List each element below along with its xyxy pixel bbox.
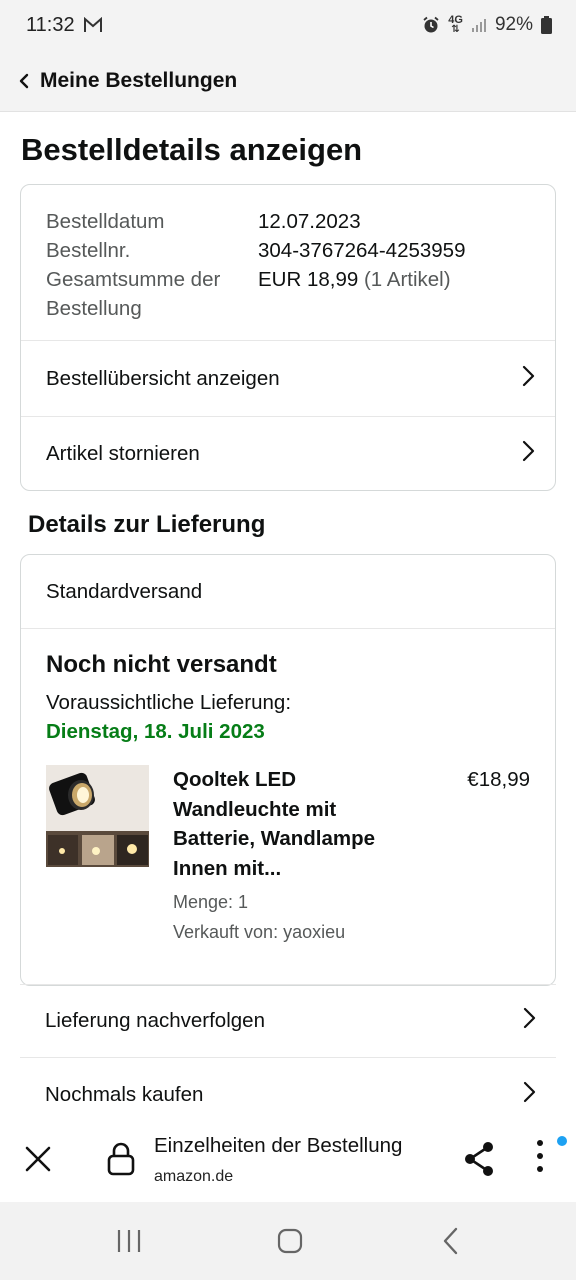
estimated-delivery-date: Dienstag, 18. Juli 2023 bbox=[46, 720, 265, 743]
chevron-right-icon bbox=[521, 365, 535, 393]
alarm-icon bbox=[422, 16, 440, 34]
delivery-card: Standardversand Noch nicht versandt Vora… bbox=[20, 554, 556, 986]
battery-percent: 92% bbox=[494, 14, 533, 35]
gmail-icon bbox=[83, 17, 103, 33]
order-total-value: EUR 18,99 (1 Artikel) bbox=[258, 265, 451, 323]
product-image[interactable] bbox=[46, 765, 149, 867]
status-right: 4G ⇅ 92% bbox=[422, 14, 552, 36]
buy-again-label: Nochmals kaufen bbox=[45, 1083, 204, 1106]
shipping-method: Standardversand bbox=[21, 555, 555, 629]
custom-tab-toolbar: Einzelheiten der Bestellung amazon.de bbox=[0, 1118, 576, 1202]
order-date-label: Bestelldatum bbox=[46, 210, 165, 233]
order-total-amount: EUR 18,99 bbox=[258, 268, 359, 291]
share-icon[interactable] bbox=[462, 1141, 496, 1182]
item-quantity: Menge: 1 bbox=[173, 892, 249, 912]
battery-icon bbox=[541, 16, 552, 34]
recent-apps-icon[interactable] bbox=[116, 1227, 142, 1260]
shipment-body: Noch nicht versandt Voraussichtliche Lie… bbox=[21, 629, 555, 947]
back-icon[interactable] bbox=[442, 1227, 460, 1260]
status-left: 11:32 bbox=[26, 14, 103, 37]
system-nav-bar bbox=[0, 1202, 576, 1280]
track-package-link[interactable]: Lieferung nachverfolgen bbox=[20, 984, 556, 1058]
tab-domain: amazon.de bbox=[154, 1168, 234, 1185]
order-number-label: Bestellnr. bbox=[46, 239, 131, 262]
item-info: Qooltek LED Wandleuchte mit Batterie, Wa… bbox=[173, 765, 413, 947]
close-icon[interactable] bbox=[24, 1145, 52, 1178]
order-date-row: Bestelldatum 12.07.2023 bbox=[46, 207, 530, 236]
cancel-items-link[interactable]: Artikel stornieren bbox=[21, 416, 555, 490]
estimated-delivery-label: Voraussichtliche Lieferung: bbox=[46, 691, 292, 714]
item-price: €18,99 bbox=[467, 768, 530, 791]
view-order-summary-link[interactable]: Bestellübersicht anzeigen bbox=[21, 341, 555, 416]
order-date-value: 12.07.2023 bbox=[258, 210, 361, 233]
item-title-link[interactable]: Qooltek LED Wandleuchte mit Batterie, Wa… bbox=[173, 765, 413, 883]
order-item-count: (1 Artikel) bbox=[363, 268, 451, 291]
order-number-row: Bestellnr. 304-3767264-4253959 bbox=[46, 236, 530, 265]
order-item: Qooltek LED Wandleuchte mit Batterie, Wa… bbox=[46, 765, 530, 947]
notification-dot bbox=[557, 1136, 567, 1146]
order-total-row: Gesamtsumme der Bestellung EUR 18,99 (1 … bbox=[46, 265, 530, 323]
lock-icon[interactable] bbox=[107, 1142, 135, 1181]
chevron-right-icon bbox=[521, 440, 535, 468]
chevron-right-icon bbox=[522, 1081, 536, 1109]
more-options-icon[interactable] bbox=[536, 1138, 544, 1179]
order-total-label: Gesamtsumme der Bestellung bbox=[46, 268, 221, 320]
home-icon[interactable] bbox=[276, 1227, 304, 1260]
order-summary-card: Bestelldatum 12.07.2023 Bestellnr. 304-3… bbox=[20, 184, 556, 491]
delivery-section-title: Details zur Lieferung bbox=[28, 511, 266, 538]
signal-icon bbox=[471, 17, 487, 33]
chevron-right-icon bbox=[522, 1007, 536, 1035]
shipment-status: Noch nicht versandt bbox=[46, 651, 277, 678]
page-title: Bestelldetails anzeigen bbox=[21, 132, 363, 167]
order-number-value: 304-3767264-4253959 bbox=[258, 239, 466, 262]
chevron-left-icon[interactable] bbox=[18, 73, 30, 89]
order-info: Bestelldatum 12.07.2023 Bestellnr. 304-3… bbox=[21, 185, 555, 341]
network-icon: 4G ⇅ bbox=[448, 14, 463, 35]
tab-page-title: Einzelheiten der Bestellung bbox=[154, 1134, 403, 1157]
item-seller: Verkauft von: yaoxieu bbox=[173, 922, 346, 942]
status-bar: 11:32 4G ⇅ 92% bbox=[0, 0, 576, 50]
status-time: 11:32 bbox=[26, 13, 75, 36]
back-link-my-orders[interactable]: Meine Bestellungen bbox=[40, 69, 237, 93]
track-package-label: Lieferung nachverfolgen bbox=[45, 1009, 265, 1032]
cancel-items-label: Artikel stornieren bbox=[46, 442, 200, 465]
nav-header: Meine Bestellungen bbox=[0, 50, 576, 112]
view-order-summary-label: Bestellübersicht anzeigen bbox=[46, 366, 280, 390]
